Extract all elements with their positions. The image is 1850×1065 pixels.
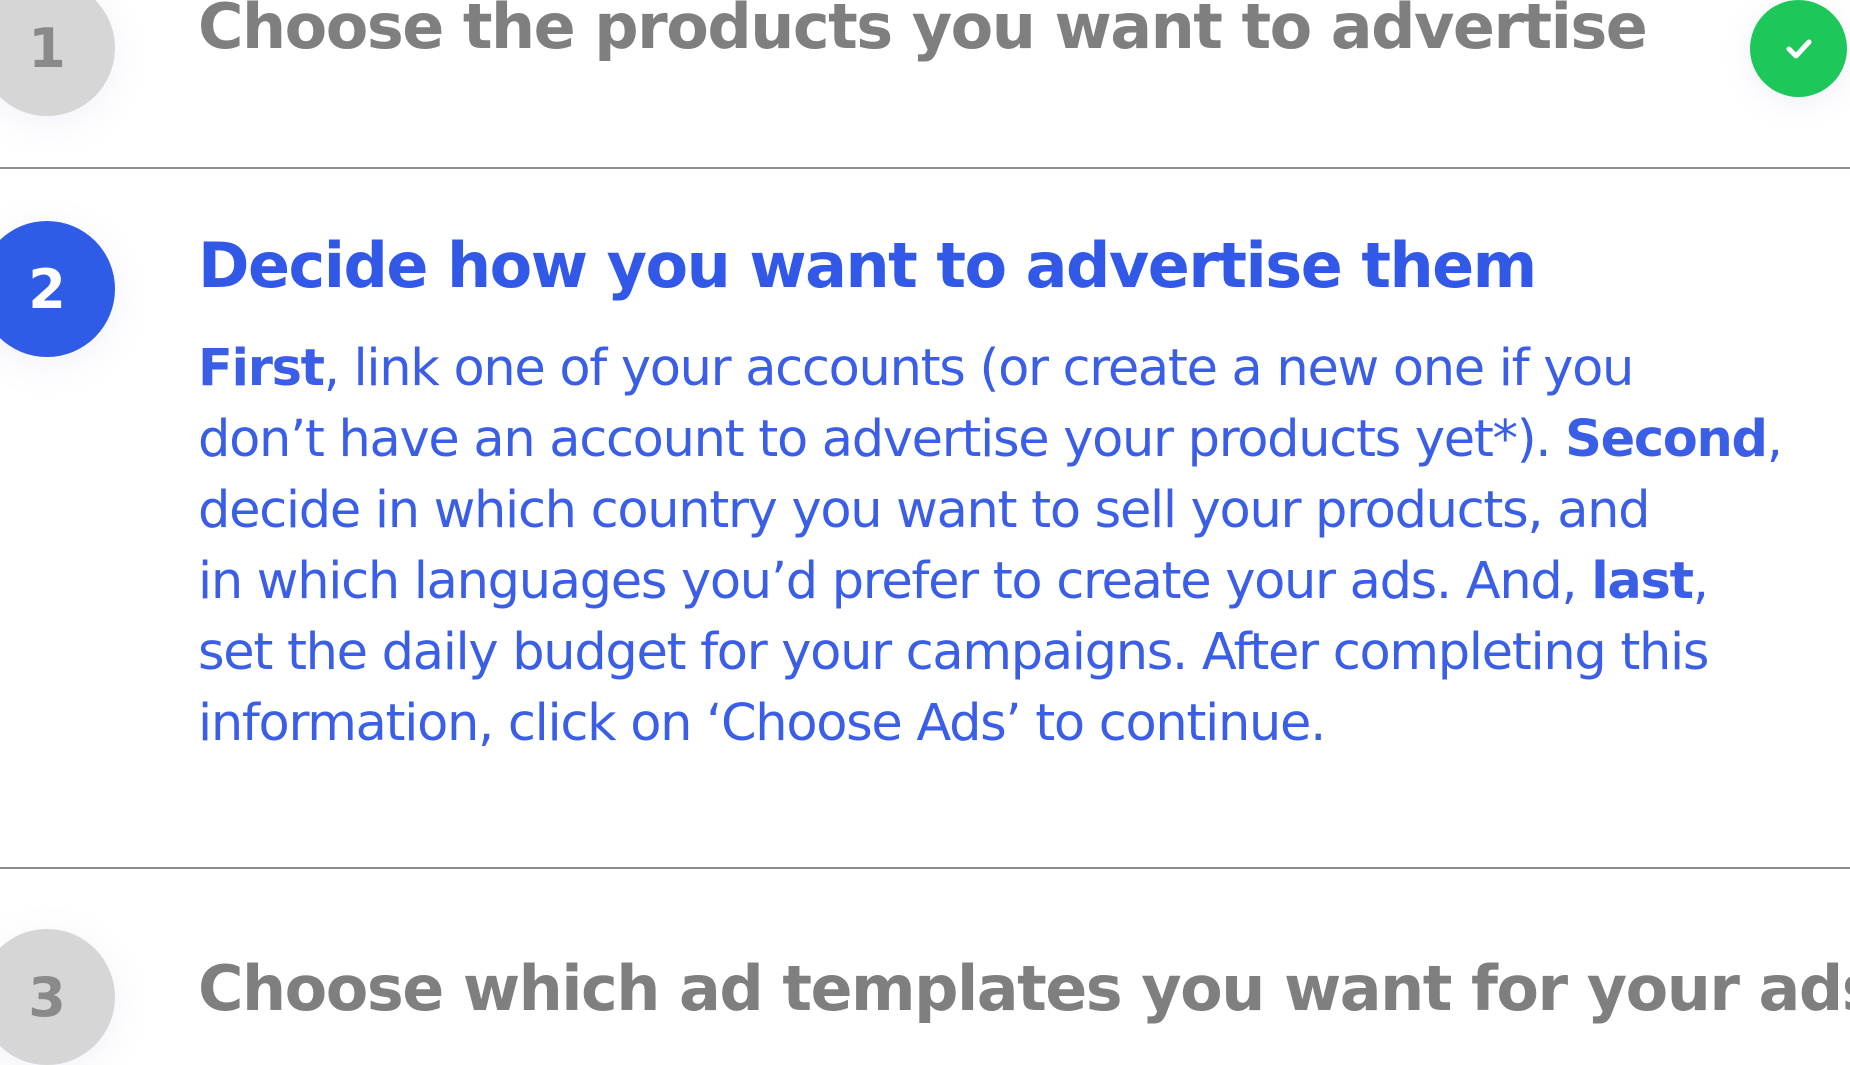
step-1-number: 1 (28, 16, 66, 80)
step-1[interactable]: 1 Choose the products you want to advert… (0, 0, 1850, 168)
description-line-1-text: , link one of your accounts (or create a… (323, 339, 1635, 398)
step-3-number: 3 (28, 965, 66, 1029)
step-2-description: First, link one of your accounts (or cre… (198, 333, 1818, 759)
description-last-emphasis: last (1591, 552, 1694, 611)
description-first-emphasis: First (198, 339, 325, 398)
description-line-4: in which languages you’d prefer to creat… (198, 546, 1818, 617)
description-line-3: decide in which country you want to sell… (198, 481, 1651, 540)
description-line-5: set the daily budget for your campaigns.… (198, 623, 1709, 682)
step-3[interactable]: 3 Choose which ad templates you want for… (0, 869, 1850, 1065)
step-2-title: Decide how you want to advertise them (198, 229, 1537, 302)
check-icon (1786, 39, 1811, 58)
description-line-2: don’t have an account to advertise your … (198, 404, 1818, 475)
description-line-2-end: , (1766, 410, 1783, 469)
step-2-number-badge: 2 (0, 221, 115, 357)
step-3-title: Choose which ad templates you want for y… (198, 952, 1850, 1025)
step-3-number-badge: 3 (0, 929, 115, 1065)
step-2-number: 2 (28, 257, 66, 321)
description-line-4-text: in which languages you’d prefer to creat… (198, 552, 1592, 611)
description-second-emphasis: Second (1565, 410, 1768, 469)
step-1-number-badge: 1 (0, 0, 115, 116)
description-line-6: information, click on ‘Choose Ads’ to co… (198, 694, 1326, 753)
description-line-1: First, link one of your accounts (or cre… (198, 333, 1818, 404)
step-1-completed-badge (1750, 0, 1847, 97)
step-1-title: Choose the products you want to advertis… (198, 0, 1648, 63)
description-line-2-text: don’t have an account to advertise your … (198, 410, 1566, 469)
description-line-4-end: , (1692, 552, 1709, 611)
